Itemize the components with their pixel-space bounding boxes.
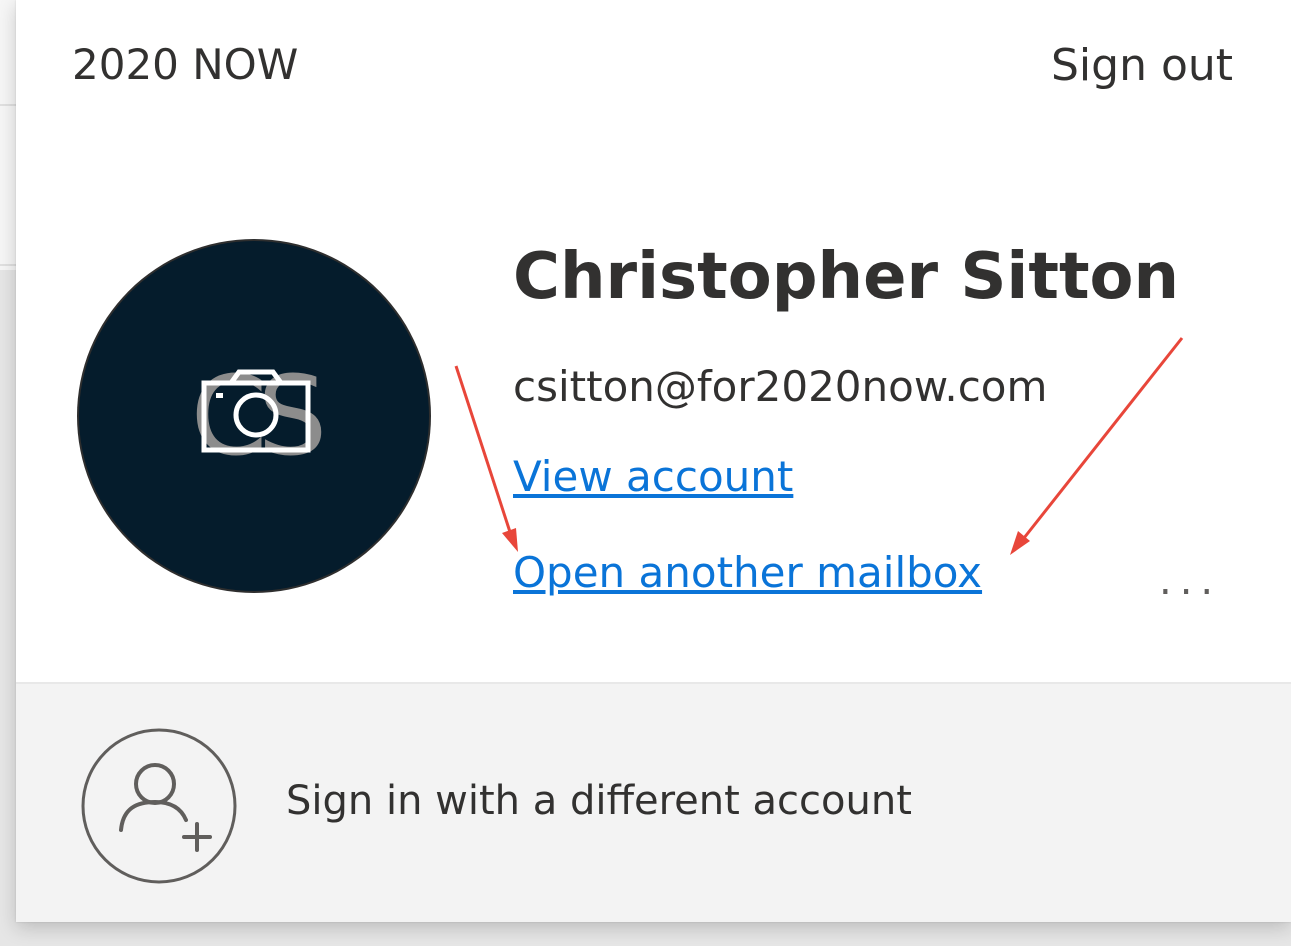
user-display-name: Christopher Sitton: [513, 240, 1180, 314]
add-person-icon: [81, 728, 237, 884]
sign-out-button[interactable]: Sign out: [1051, 40, 1233, 91]
sign-in-different-account-label: Sign in with a different account: [286, 778, 912, 824]
account-manager-card: 2020 NOW Sign out CS Christopher Sitton …: [16, 0, 1291, 922]
sign-in-different-account-button[interactable]: Sign in with a different account: [16, 682, 1291, 922]
user-email: csitton@for2020now.com: [513, 362, 1048, 411]
more-options-button[interactable]: ...: [1159, 558, 1221, 604]
view-account-link[interactable]: View account: [513, 452, 793, 501]
avatar[interactable]: CS: [79, 241, 429, 591]
open-another-mailbox-link[interactable]: Open another mailbox: [513, 548, 982, 597]
organization-name: 2020 NOW: [72, 40, 299, 89]
camera-icon: [201, 369, 311, 453]
